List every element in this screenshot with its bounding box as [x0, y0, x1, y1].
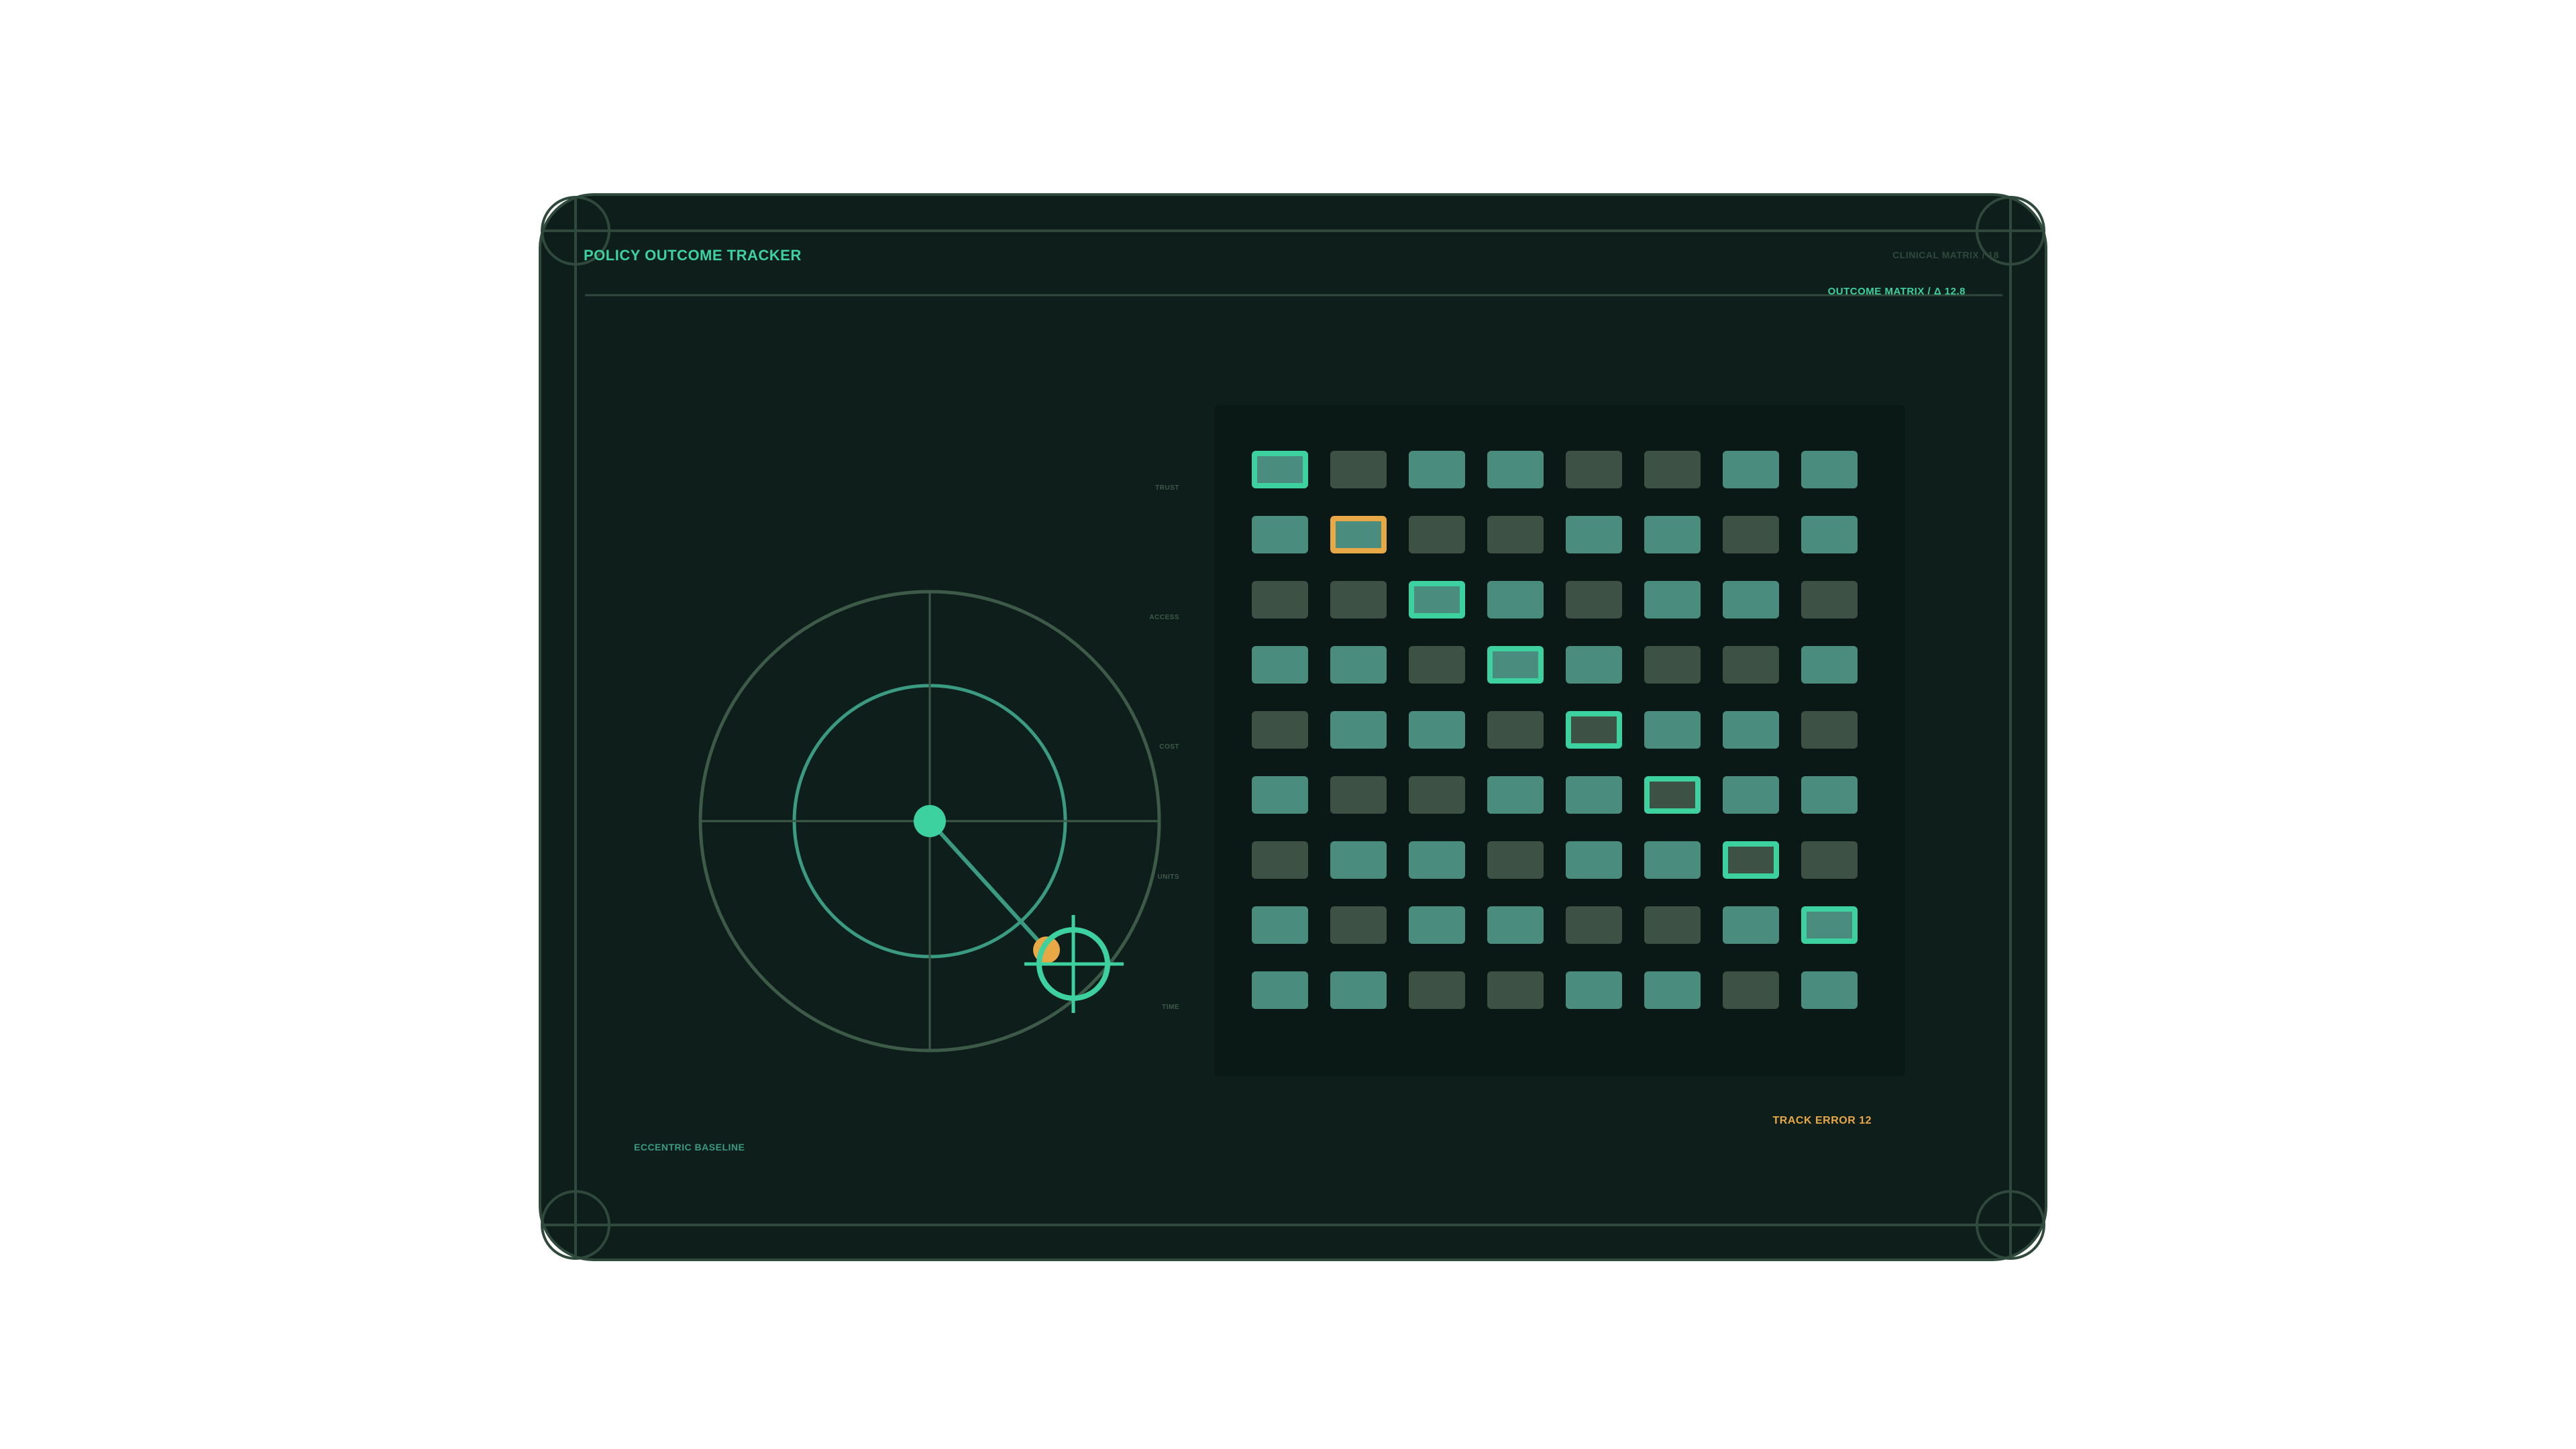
- matrix-cell[interactable]: [1566, 646, 1622, 684]
- matrix-cell[interactable]: [1644, 971, 1701, 1009]
- axis-label-access: ACCESS: [1149, 614, 1179, 621]
- matrix-cell[interactable]: [1487, 906, 1544, 944]
- matrix-cell[interactable]: [1644, 841, 1701, 879]
- matrix-cell[interactable]: [1330, 646, 1387, 684]
- matrix-cell-selected[interactable]: [1801, 906, 1858, 944]
- matrix-cell[interactable]: [1644, 581, 1701, 619]
- matrix-cell[interactable]: [1801, 841, 1858, 879]
- matrix-cell[interactable]: [1644, 646, 1701, 684]
- reference-label: CLINICAL MATRIX / 18: [1892, 250, 1999, 260]
- matrix-cell[interactable]: [1409, 711, 1465, 749]
- matrix-cell[interactable]: [1801, 711, 1858, 749]
- track-error-label: TRACK ERROR 12: [1772, 1115, 1872, 1126]
- matrix-cell[interactable]: [1252, 581, 1308, 619]
- matrix-cell[interactable]: [1330, 711, 1387, 749]
- matrix-cell[interactable]: [1409, 841, 1465, 879]
- matrix-cell[interactable]: [1252, 711, 1308, 749]
- axis-label-units: UNITS: [1157, 873, 1179, 881]
- matrix-cell[interactable]: [1723, 516, 1779, 553]
- matrix-cell[interactable]: [1723, 711, 1779, 749]
- matrix-cell[interactable]: [1566, 516, 1622, 553]
- matrix-cell[interactable]: [1330, 581, 1387, 619]
- matrix-cell[interactable]: [1723, 971, 1779, 1009]
- matrix-cell[interactable]: [1644, 711, 1701, 749]
- matrix-cell[interactable]: [1723, 581, 1779, 619]
- matrix-cell[interactable]: [1566, 906, 1622, 944]
- matrix-cell[interactable]: [1801, 971, 1858, 1009]
- matrix-cell[interactable]: [1330, 776, 1387, 814]
- axis-label-cost: COST: [1159, 743, 1179, 751]
- matrix-cell-selected[interactable]: [1644, 776, 1701, 814]
- matrix-cell[interactable]: [1566, 451, 1622, 488]
- matrix-cell-selected[interactable]: [1566, 711, 1622, 749]
- matrix-cell[interactable]: [1801, 581, 1858, 619]
- matrix-cell[interactable]: [1566, 971, 1622, 1009]
- matrix-cell[interactable]: [1566, 776, 1622, 814]
- matrix-cell[interactable]: [1801, 516, 1858, 553]
- matrix-cell[interactable]: [1487, 711, 1544, 749]
- matrix-cell[interactable]: [1644, 906, 1701, 944]
- matrix-cell-selected[interactable]: [1409, 581, 1465, 619]
- matrix-cell[interactable]: [1566, 841, 1622, 879]
- matrix-cell[interactable]: [1252, 906, 1308, 944]
- matrix-cell[interactable]: [1487, 516, 1544, 553]
- matrix-cell[interactable]: [1409, 516, 1465, 553]
- matrix-cell-selected[interactable]: [1330, 516, 1387, 553]
- matrix-cell-selected[interactable]: [1723, 841, 1779, 879]
- matrix-cell[interactable]: [1644, 451, 1701, 488]
- matrix-cell[interactable]: [1487, 581, 1544, 619]
- matrix-cell-selected[interactable]: [1252, 451, 1308, 488]
- axis-label-time: TIME: [1162, 1004, 1179, 1011]
- matrix-cell[interactable]: [1330, 971, 1387, 1009]
- matrix-cell[interactable]: [1252, 776, 1308, 814]
- matrix-cell[interactable]: [1487, 971, 1544, 1009]
- matrix-cell-selected[interactable]: [1487, 646, 1544, 684]
- matrix-cell[interactable]: [1723, 906, 1779, 944]
- matrix-cell[interactable]: [1487, 776, 1544, 814]
- page-title: POLICY OUTCOME TRACKER: [584, 247, 802, 264]
- matrix-cell[interactable]: [1252, 646, 1308, 684]
- matrix-cell[interactable]: [1252, 841, 1308, 879]
- matrix-cell[interactable]: [1723, 776, 1779, 814]
- matrix-cell[interactable]: [1487, 451, 1544, 488]
- matrix-cell[interactable]: [1409, 906, 1465, 944]
- matrix-cell[interactable]: [1644, 516, 1701, 553]
- baseline-label: ECCENTRIC BASELINE: [634, 1142, 745, 1152]
- matrix-cell[interactable]: [1330, 906, 1387, 944]
- matrix-cell[interactable]: [1723, 451, 1779, 488]
- matrix-cell[interactable]: [1723, 646, 1779, 684]
- matrix-cell[interactable]: [1409, 776, 1465, 814]
- matrix-cell[interactable]: [1566, 581, 1622, 619]
- matrix-cell[interactable]: [1409, 971, 1465, 1009]
- axis-label-trust: TRUST: [1155, 484, 1179, 492]
- matrix-cell[interactable]: [1409, 646, 1465, 684]
- matrix-cell[interactable]: [1801, 451, 1858, 488]
- matrix-cell[interactable]: [1330, 451, 1387, 488]
- matrix-cell[interactable]: [1801, 646, 1858, 684]
- matrix-cell[interactable]: [1487, 841, 1544, 879]
- matrix-cell[interactable]: [1801, 776, 1858, 814]
- matrix-cell[interactable]: [1330, 841, 1387, 879]
- matrix-cell[interactable]: [1409, 451, 1465, 488]
- matrix-cell[interactable]: [1252, 971, 1308, 1009]
- matrix-label: OUTCOME MATRIX / Δ 12.8: [1827, 286, 1966, 297]
- matrix-cell[interactable]: [1252, 516, 1308, 553]
